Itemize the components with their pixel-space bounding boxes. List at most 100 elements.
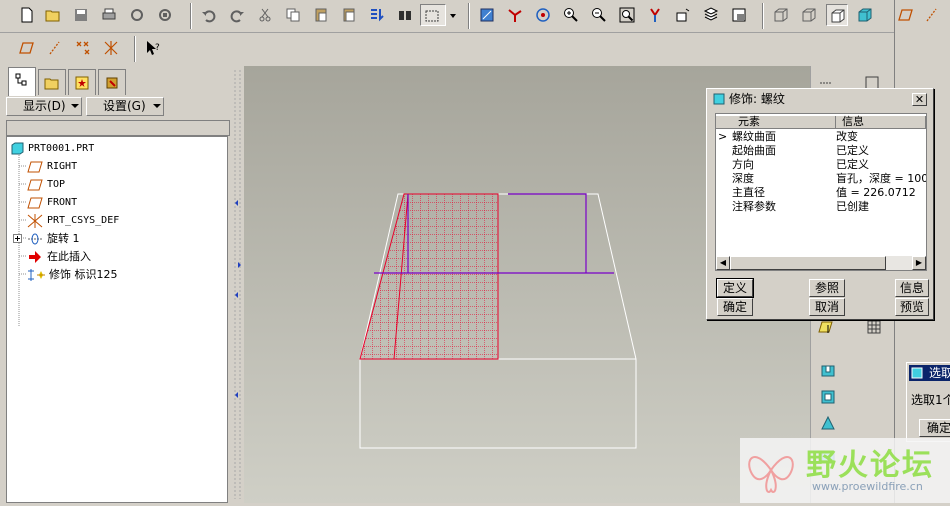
selection-box-icon: [425, 10, 439, 22]
navigator-splitter[interactable]: [232, 66, 244, 503]
selection-ok-button[interactable]: 确定: [919, 419, 950, 437]
element-info: 已定义: [836, 158, 869, 171]
csys-toggle[interactable]: [100, 37, 122, 59]
tab-connections[interactable]: [98, 69, 126, 95]
define-button-label: 定义: [722, 281, 747, 295]
zoom-in-button[interactable]: [560, 4, 582, 26]
model-tree: PRT0001.PRT RIGHT TOP FRONT PRT_CSYS_DEF…: [6, 136, 228, 503]
list-item[interactable]: 方向 已定义: [716, 158, 926, 172]
horizontal-scrollbar[interactable]: ◀ ▶: [716, 256, 926, 270]
chevron-down-icon: [71, 104, 79, 108]
spin-center-button[interactable]: [504, 4, 526, 26]
list-item[interactable]: 注释参数 已创建: [716, 200, 926, 214]
save-button[interactable]: [70, 4, 92, 26]
print-button[interactable]: [98, 4, 120, 26]
list-item[interactable]: 主直径 值 = 226.0712: [716, 186, 926, 200]
list-header-info-label: 信息: [842, 115, 864, 128]
new-file-button[interactable]: [16, 4, 38, 26]
paste-special-button[interactable]: [338, 4, 360, 26]
scroll-left-button[interactable]: ◀: [716, 256, 730, 270]
part-icon: [911, 367, 923, 379]
tab-folder-browser[interactable]: [38, 69, 66, 95]
tab-model-tree[interactable]: [8, 67, 36, 96]
datum-plane-icon: [27, 197, 43, 209]
undo-button[interactable]: [198, 4, 220, 26]
selection-filter-button[interactable]: [420, 4, 446, 26]
wireframe-button[interactable]: [770, 4, 792, 26]
ok-button[interactable]: 确定: [717, 298, 753, 316]
saved-views-button[interactable]: [672, 4, 694, 26]
info-button[interactable]: 信息: [895, 279, 929, 297]
context-help-button[interactable]: ?: [142, 37, 164, 59]
splitter-grip: [234, 70, 241, 499]
references-button-label: 参照: [814, 281, 839, 295]
watermark-title: 野火论坛: [806, 448, 934, 483]
regenerate-model-button[interactable]: [366, 4, 388, 26]
datum-planes-toggle[interactable]: [16, 37, 38, 59]
folder-browser-icon: [44, 78, 59, 90]
references-button[interactable]: 参照: [809, 279, 845, 297]
regenerate-model-icon: [371, 9, 384, 22]
chevron-right-icon: ▶: [915, 258, 923, 267]
list-item[interactable]: 起始曲面 已定义: [716, 144, 926, 158]
butterfly-logo-icon: [748, 456, 794, 493]
selection-dialog-title: 选取: [909, 365, 950, 381]
view-manager-icon: [732, 8, 746, 22]
element-info: 改变: [836, 130, 858, 143]
list-header-element[interactable]: 元素: [732, 116, 836, 129]
close-button[interactable]: ✕: [912, 93, 927, 106]
tree-node-label: PRT0001.PRT: [28, 143, 95, 154]
scroll-thumb[interactable]: [730, 256, 886, 270]
orient-mode-button[interactable]: [532, 4, 554, 26]
layers-button[interactable]: [700, 4, 722, 26]
shell-tool-button[interactable]: [817, 386, 839, 408]
repaint-icon: [480, 8, 494, 22]
tree-column-header: [6, 120, 230, 136]
settings-menu-button[interactable]: 设置(G): [86, 97, 164, 116]
list-item[interactable]: 深度 盲孔，深度 = 100: [716, 172, 926, 186]
datum-plane-icon: [27, 161, 43, 173]
cancel-button[interactable]: 取消: [809, 298, 845, 316]
chevron-down-icon: [450, 14, 456, 18]
selection-filter-dropdown[interactable]: [448, 6, 458, 24]
paste-special-icon: [343, 8, 355, 22]
hidden-line-button[interactable]: [798, 4, 820, 26]
draft-tool-button[interactable]: [817, 412, 839, 434]
datum-axis-toggle-icon: [49, 41, 60, 55]
refit-button[interactable]: [616, 4, 638, 26]
revolve-icon: [28, 233, 42, 245]
copy-button[interactable]: [282, 4, 304, 26]
zoom-out-button[interactable]: [588, 4, 610, 26]
tab-favorites[interactable]: [68, 69, 96, 95]
hole-tool-button[interactable]: [817, 360, 839, 382]
preview-button[interactable]: 预览: [895, 298, 929, 316]
cut-button[interactable]: [254, 4, 276, 26]
list-header-info[interactable]: 信息: [836, 116, 926, 129]
reorient-button[interactable]: [644, 4, 666, 26]
datum-planes-toggle-secondary[interactable]: [895, 4, 917, 26]
scroll-right-button[interactable]: ▶: [912, 256, 926, 270]
datum-axes-toggle[interactable]: [44, 37, 66, 59]
repaint-button[interactable]: [476, 4, 498, 26]
datum-axes-toggle-secondary[interactable]: [921, 4, 943, 26]
find-button[interactable]: [394, 4, 416, 26]
coordinate-system-icon: [27, 214, 43, 228]
tree-node-label: 旋转 1: [47, 232, 80, 245]
regenerate-button[interactable]: [126, 4, 148, 26]
no-hidden-button[interactable]: [826, 4, 848, 26]
datum-points-toggle[interactable]: [72, 37, 94, 59]
view-manager-button[interactable]: [728, 4, 750, 26]
dialog-title-bar[interactable]: 修饰: 螺纹 ✕: [709, 91, 931, 107]
regenerate-icon: [131, 9, 143, 21]
open-file-button[interactable]: [42, 4, 64, 26]
shading-button[interactable]: [854, 4, 876, 26]
show-menu-button[interactable]: 显示(D): [6, 97, 82, 116]
redo-button[interactable]: [226, 4, 248, 26]
orient-mode-icon: [536, 8, 550, 22]
main-toolbar: [0, 0, 950, 33]
list-item[interactable]: > 螺纹曲面 改变: [716, 130, 926, 144]
expand-plus-icon[interactable]: [13, 234, 22, 243]
define-button[interactable]: 定义: [716, 278, 754, 298]
mail-button[interactable]: [154, 4, 176, 26]
paste-button[interactable]: [310, 4, 332, 26]
